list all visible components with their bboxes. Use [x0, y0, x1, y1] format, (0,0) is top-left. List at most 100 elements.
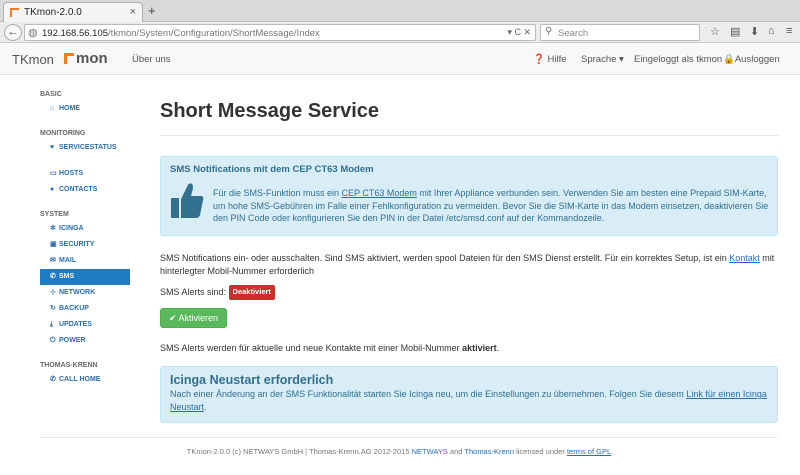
home-icon: ⌂ — [50, 105, 55, 112]
sidebar: BASIC ⌂ HOME MONITORING ♥ SERVICESTATUS ▭ H… — [40, 88, 130, 388]
icinga-icon: ✲ — [50, 225, 56, 232]
sidebar-section-system: SYSTEM — [40, 211, 69, 218]
logout-label: Ausloggen — [734, 54, 780, 65]
menu-icon[interactable]: ≡ — [786, 25, 792, 37]
sidebar-item-servicestatus[interactable]: ♥ SERVICESTATUS — [40, 140, 130, 156]
browser-tab-bar: TKmon-2.0.0 × + — [0, 0, 800, 22]
language-dropdown[interactable]: Sprache ▾ — [581, 54, 624, 65]
status-badge: Deaktiviert — [228, 285, 275, 300]
contact-link[interactable]: Kontakt — [729, 253, 760, 263]
sidebar-item-label: NETWORK — [59, 289, 96, 296]
info-text: SMS Alerts werden für aktuelle und neue … — [160, 343, 463, 353]
help-label: Hilfe — [547, 54, 567, 65]
footer-text: and — [447, 447, 465, 456]
sidebar-item-updates[interactable]: ⤓ UPDATES — [40, 317, 130, 333]
logged-in-user: Eingeloggt als tkmon — [634, 54, 723, 65]
activate-button[interactable]: ✔ Aktivieren — [160, 308, 227, 328]
about-link[interactable]: Über uns — [132, 54, 171, 65]
power-icon: ⏻ — [50, 337, 56, 344]
url-bar[interactable]: ◍ 192.168.56.105/tkmon/System/Configurat… — [24, 24, 536, 41]
site-header: TKmon mon Über uns ❓ Hilfe Sprache ▾ Ein… — [0, 43, 800, 75]
alert-body-text: Für die SMS-Funktion muss ein — [213, 188, 342, 198]
search-icon: ⚲ — [545, 26, 553, 37]
download-icon[interactable]: ⬇ — [750, 25, 759, 38]
reading-list-icon[interactable]: ▤ — [730, 25, 740, 38]
brand-text[interactable]: TKmon — [12, 52, 54, 67]
sidebar-item-security[interactable]: ▣ SECURITY — [40, 237, 130, 253]
new-tab-button[interactable]: + — [148, 3, 156, 18]
sidebar-item-mail[interactable]: ✉ MAIL — [40, 253, 130, 269]
back-button[interactable]: ← — [4, 24, 22, 41]
sidebar-item-network[interactable]: ⊹ NETWORK — [40, 285, 130, 301]
network-icon: ⊹ — [50, 289, 56, 296]
alert-body-text: . — [204, 401, 207, 412]
gpl-link[interactable]: terms of GPL — [567, 447, 611, 456]
back-arrow-icon: ← — [7, 26, 19, 38]
cep-modem-link[interactable]: CEP CT63 Modem — [342, 188, 417, 198]
page-title: Short Message Service — [160, 100, 379, 122]
lock-icon: ▣ — [50, 241, 57, 248]
home-icon[interactable]: ⌂ — [768, 25, 775, 37]
url-actions-icon[interactable]: ▾ C ✕ — [507, 27, 531, 38]
bookmark-star-icon[interactable]: ☆ — [710, 25, 720, 38]
intro-paragraph: SMS Notifications ein- oder ausschalten.… — [160, 252, 778, 277]
footer: TKmon-2.0.0 (c) NETWAYS GmbH | Thomas-Kr… — [0, 447, 800, 456]
sidebar-item-label: SECURITY — [59, 241, 95, 248]
tkmon-favicon-icon — [10, 8, 19, 17]
sidebar-item-label: HOME — [59, 105, 80, 112]
sidebar-item-contacts[interactable]: ● CONTACTS — [40, 182, 130, 198]
question-icon: ❓ — [533, 54, 545, 65]
status-label: SMS Alerts sind: — [160, 287, 227, 297]
intro-text: SMS Notifications ein- oder ausschalten.… — [160, 253, 730, 263]
sidebar-item-label: SMS — [59, 273, 75, 280]
tkmon-logo[interactable]: mon — [64, 50, 108, 67]
search-input[interactable]: ⚲ Search — [540, 24, 700, 41]
alert-title: SMS Notifications mit dem CEP CT63 Modem — [170, 164, 374, 175]
url-host: 192.168.56.105 — [42, 28, 109, 39]
sidebar-section-thomaskrenn: THOMAS-KRENN — [40, 362, 98, 369]
logout-link[interactable]: 🔒Ausloggen — [723, 54, 780, 65]
check-icon: ✔ — [168, 313, 177, 323]
phone-icon: ✆ — [50, 273, 56, 280]
thumbs-up-icon — [171, 183, 204, 218]
info-bold: aktiviert — [462, 343, 497, 353]
footer-text: TKmon-2.0.0 (c) NETWAYS GmbH | Thomas-Kr… — [186, 447, 412, 456]
netways-link[interactable]: NETWAYS — [412, 447, 448, 456]
alert-body-text: Nach einer Änderung an der SMS Funktiona… — [170, 389, 687, 399]
help-link[interactable]: ❓ Hilfe — [533, 54, 567, 65]
globe-icon: ◍ — [28, 27, 38, 39]
sidebar-item-power[interactable]: ⏻ POWER — [40, 333, 130, 349]
sidebar-item-hosts[interactable]: ▭ HOSTS — [40, 166, 130, 182]
sidebar-item-label: HOSTS — [59, 170, 84, 177]
sidebar-item-icinga[interactable]: ✲ ICINGA — [40, 221, 130, 237]
thomas-krenn-link[interactable]: Thomas-Krenn — [464, 447, 514, 456]
lock-icon: 🔒 — [723, 54, 735, 65]
sidebar-item-callhome[interactable]: ✆ CALL HOME — [40, 372, 130, 388]
logo-mark-icon — [64, 53, 74, 64]
sidebar-section-monitoring: MONITORING — [40, 130, 86, 137]
browser-tab[interactable]: TKmon-2.0.0 × — [3, 2, 143, 22]
tab-close-icon[interactable]: × — [130, 6, 136, 18]
envelope-icon: ✉ — [50, 257, 56, 264]
browser-nav-bar: ← ◍ 192.168.56.105/tkmon/System/Configur… — [0, 22, 800, 43]
status-line: SMS Alerts sind: Deaktiviert — [160, 285, 778, 300]
sidebar-item-label: CALL HOME — [59, 376, 101, 383]
sidebar-item-backup[interactable]: ↻ BACKUP — [40, 301, 130, 317]
footer-text: . — [611, 447, 614, 456]
url-text[interactable]: 192.168.56.105/tkmon/System/Configuratio… — [42, 28, 320, 39]
monitor-icon: ▭ — [50, 170, 57, 177]
info-text: . — [496, 343, 500, 353]
sidebar-item-home[interactable]: ⌂ HOME — [40, 101, 130, 117]
activate-label: Aktivieren — [178, 313, 219, 323]
caret-down-icon: ▾ — [619, 54, 624, 65]
url-path: /tkmon/System/Configuration/ShortMessage… — [108, 28, 320, 39]
sidebar-item-label: CONTACTS — [59, 186, 98, 193]
sidebar-item-label: ICINGA — [59, 225, 84, 232]
sidebar-item-label: MAIL — [59, 257, 77, 264]
tab-title: TKmon-2.0.0 — [24, 7, 82, 18]
language-label: Sprache — [581, 54, 617, 65]
sidebar-item-sms[interactable]: ✆ SMS — [40, 269, 130, 285]
info-paragraph: SMS Alerts werden für aktuelle und neue … — [160, 342, 778, 355]
refresh-icon: ↻ — [50, 305, 56, 312]
footer-divider — [40, 437, 778, 438]
